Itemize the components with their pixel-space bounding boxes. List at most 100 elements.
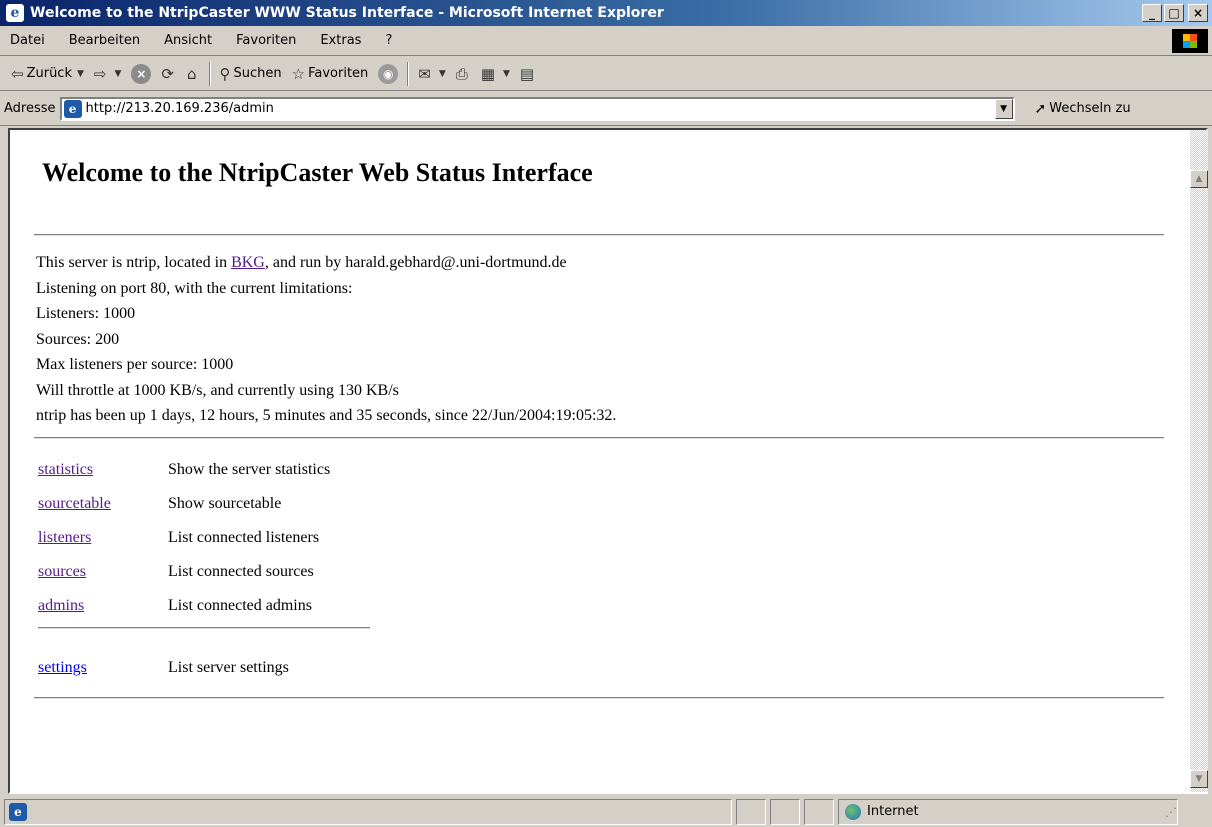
stop-button[interactable]: × <box>126 60 156 88</box>
search-icon: ⚲ <box>219 64 231 83</box>
short-divider <box>38 626 370 629</box>
mail-icon: ✉ <box>418 64 431 83</box>
divider <box>34 436 1164 439</box>
link-description: List connected admins <box>168 596 312 614</box>
windows-logo-icon <box>1172 29 1208 53</box>
server-line-prefix: This server is ntrip, located in <box>36 254 232 271</box>
print-icon: ⎙ <box>455 64 468 83</box>
vertical-scrollbar[interactable]: ▲ ▼ <box>1190 130 1208 792</box>
link-description: List connected sources <box>168 562 314 580</box>
menu-datei[interactable]: Datei <box>0 33 57 48</box>
scroll-up-button[interactable]: ▲ <box>1190 170 1208 188</box>
page-icon: e <box>9 802 27 821</box>
resize-grip-icon[interactable]: ⋰ <box>1165 805 1177 819</box>
title-bar: e Welcome to the NtripCaster WWW Status … <box>0 0 1212 26</box>
chevron-down-icon[interactable]: ▼ <box>114 69 121 79</box>
info-line: Listeners: 1000 <box>36 305 136 322</box>
window-controls: _ □ × <box>1142 4 1208 22</box>
info-line: Sources: 200 <box>36 330 120 348</box>
info-line: Will throttle at 1000 KB/s, and currentl… <box>36 381 399 399</box>
favorites-button[interactable]: ☆ Favoriten <box>287 60 374 88</box>
chevron-down-icon[interactable]: ▼ <box>439 69 446 79</box>
server-line: This server is ntrip, located in BKG, an… <box>36 250 1164 276</box>
menu-extras[interactable]: Extras <box>308 33 373 48</box>
admin-links: statistics Show the server statistics so… <box>38 453 1164 685</box>
page-title: Welcome to the NtripCaster Web Status In… <box>42 158 593 187</box>
list-item: listeners List connected listeners <box>38 521 1164 555</box>
media-button[interactable]: ◉ <box>373 60 403 88</box>
sources-link[interactable]: sources <box>38 563 86 580</box>
stop-icon: × <box>131 63 152 84</box>
server-line-suffix: , and run by harald.gebhard@.uni-dortmun… <box>264 254 567 271</box>
toolbar-separator <box>407 61 410 86</box>
menu-bar: Datei Bearbeiten Ansicht Favoriten Extra… <box>0 26 1212 56</box>
status-main: e <box>4 798 732 825</box>
server-info: This server is ntrip, located in BKG, an… <box>36 250 1164 429</box>
address-input[interactable]: e http://213.20.169.236/admin ▼ <box>59 96 1015 121</box>
settings-link[interactable]: settings <box>38 659 87 676</box>
link-description: List server settings <box>168 658 289 676</box>
document-icon: ▤ <box>519 64 535 83</box>
discuss-button[interactable]: ▤ <box>515 60 542 88</box>
maximize-button[interactable]: □ <box>1164 4 1184 22</box>
page-icon: e <box>63 99 82 118</box>
info-line: Max listeners per source: 1000 <box>36 356 234 373</box>
mail-button[interactable]: ✉ ▼ <box>413 60 451 88</box>
forward-arrow-icon: ⇨ <box>93 64 107 83</box>
go-arrow-icon: ➚ <box>1034 100 1047 117</box>
address-dropdown-button[interactable]: ▼ <box>994 98 1013 119</box>
word-icon: ▦ <box>480 64 495 83</box>
toolbar: ⇦ Zurück ▼ ⇨ ▼ × ⟳ ⌂ ⚲ Suchen ☆ Favorite… <box>0 57 1212 91</box>
search-button[interactable]: ⚲ Suchen <box>215 60 287 88</box>
link-description: List connected listeners <box>168 528 320 546</box>
admins-link[interactable]: admins <box>38 597 84 614</box>
sourcetable-link[interactable]: sourcetable <box>38 495 111 512</box>
home-button[interactable]: ⌂ <box>182 60 205 88</box>
minimize-button[interactable]: _ <box>1142 4 1162 22</box>
chevron-down-icon[interactable]: ▼ <box>77 69 84 79</box>
forward-button[interactable]: ⇨ ▼ <box>89 60 127 88</box>
info-line: Listening on port 80, with the current l… <box>36 279 353 297</box>
refresh-button[interactable]: ⟳ <box>156 60 182 88</box>
refresh-icon: ⟳ <box>161 64 174 83</box>
link-description: Show the server statistics <box>168 460 331 478</box>
window-title: Welcome to the NtripCaster WWW Status In… <box>30 5 664 21</box>
list-item: sources List connected sources <box>38 555 1164 589</box>
list-item: statistics Show the server statistics <box>38 453 1164 487</box>
chevron-down-icon[interactable]: ▼ <box>503 69 510 79</box>
status-cell <box>804 798 834 825</box>
address-label: Adresse <box>4 101 56 116</box>
content-frame: Welcome to the NtripCaster Web Status In… <box>8 128 1208 794</box>
status-cell <box>770 798 800 825</box>
menu-bearbeiten[interactable]: Bearbeiten <box>57 33 152 48</box>
ie-app-icon[interactable]: e <box>6 4 24 22</box>
toolbar-separator <box>208 61 211 86</box>
go-button[interactable]: ➚ Wechseln zu <box>1035 101 1131 117</box>
close-button[interactable]: × <box>1188 4 1208 22</box>
edit-button[interactable]: ▦ ▼ <box>476 60 515 88</box>
back-label: Zurück <box>26 66 72 81</box>
status-cell <box>736 798 766 825</box>
security-zone[interactable]: Internet ⋰ <box>838 798 1178 825</box>
address-url[interactable]: http://213.20.169.236/admin <box>86 101 995 116</box>
scroll-down-button[interactable]: ▼ <box>1190 770 1208 788</box>
favorites-icon: ☆ <box>291 64 306 83</box>
divider <box>34 234 1164 236</box>
list-item: settings List server settings <box>38 651 1164 685</box>
menu-favoriten[interactable]: Favoriten <box>224 33 308 48</box>
favorites-label: Favoriten <box>308 66 369 81</box>
go-label: Wechseln zu <box>1049 101 1131 116</box>
location-link[interactable]: BKG <box>231 254 265 271</box>
address-bar: Adresse e http://213.20.169.236/admin ▼ … <box>0 92 1212 126</box>
page-body: Welcome to the NtripCaster Web Status In… <box>34 158 1164 699</box>
menu-help[interactable]: ? <box>373 33 404 48</box>
link-description: Show sourcetable <box>168 494 282 512</box>
status-bar: e Internet ⋰ <box>0 796 1212 827</box>
menu-ansicht[interactable]: Ansicht <box>152 33 224 48</box>
home-icon: ⌂ <box>186 64 197 83</box>
print-button[interactable]: ⎙ <box>451 60 476 88</box>
listeners-link[interactable]: listeners <box>38 529 91 546</box>
back-button[interactable]: ⇦ Zurück ▼ <box>6 60 89 88</box>
back-arrow-icon: ⇦ <box>11 64 24 83</box>
statistics-link[interactable]: statistics <box>38 461 93 478</box>
